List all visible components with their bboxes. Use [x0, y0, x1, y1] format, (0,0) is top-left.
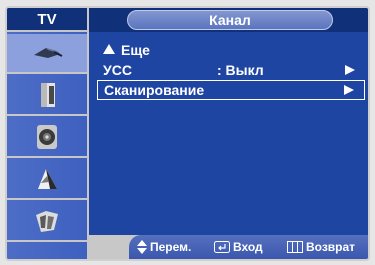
sidebar-item-sound[interactable] [7, 118, 87, 158]
hint-move-label: Перем. [150, 240, 192, 254]
channel-icon [38, 169, 57, 189]
hint-enter: Вход [214, 235, 263, 259]
right-arrow-icon [345, 65, 355, 75]
sidebar-item-picture[interactable] [7, 76, 87, 116]
menu-item-value: : Выкл [217, 62, 264, 78]
more-label: Еще [121, 42, 150, 58]
sidebar-title: TV [7, 8, 87, 32]
hint-move: Перем. [137, 235, 191, 259]
up-arrow-icon [103, 44, 115, 54]
hint-return: Возврат [287, 235, 355, 259]
osd-menu: TV Канал Еще УСС: Выкл Сканирование Пер… [5, 6, 370, 261]
sidebar: TV [7, 8, 89, 259]
sidebar-item-channel[interactable] [7, 160, 87, 200]
setup-icon [36, 211, 58, 232]
footer-hints: Перем. Вход Возврат [129, 235, 368, 259]
footer-bar: Перем. Вход Возврат [89, 235, 368, 259]
picture-icon [41, 83, 55, 107]
header-bar: Канал [89, 8, 368, 32]
menu-item-label: Сканирование [104, 82, 205, 98]
right-arrow-icon [344, 85, 354, 95]
antenna-icon [34, 48, 63, 58]
menu-item-ucc[interactable]: УСС : Выкл [97, 60, 365, 80]
more-item[interactable]: Еще [97, 40, 365, 60]
menu-item-scan[interactable]: Сканирование [97, 80, 365, 100]
enter-icon [214, 241, 230, 253]
page-title: Канал [127, 10, 333, 30]
sidebar-item-input[interactable] [7, 34, 87, 74]
sidebar-item-setup[interactable] [7, 202, 87, 242]
hint-enter-label: Вход [233, 240, 263, 254]
more-label-group: Еще [103, 40, 150, 60]
sound-icon [37, 125, 57, 149]
up-down-icon [137, 240, 147, 254]
hint-return-label: Возврат [306, 240, 356, 254]
return-icon [287, 241, 303, 253]
menu-item-label: УСС [103, 62, 132, 78]
